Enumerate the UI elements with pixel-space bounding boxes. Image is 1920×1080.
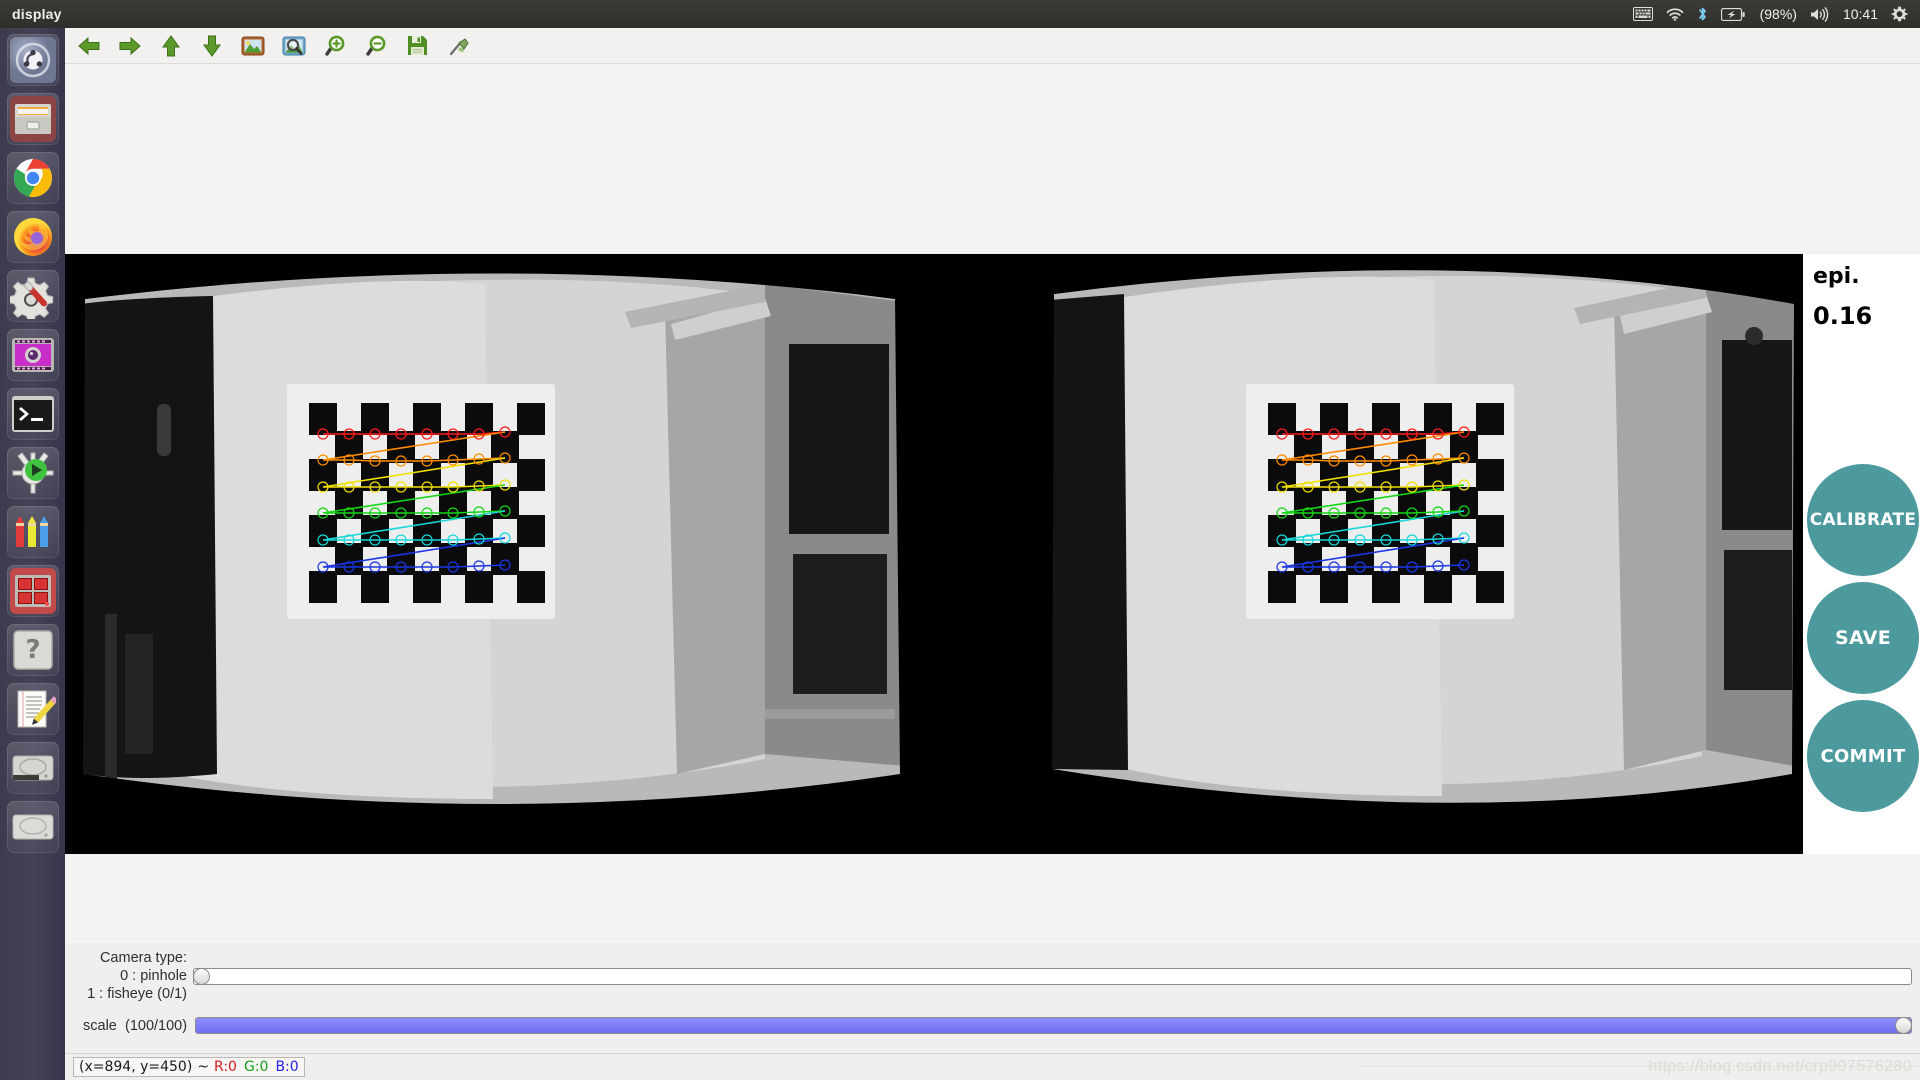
sidebar-item-ubuntu-dash[interactable] [6,34,59,86]
wifi-icon[interactable] [1666,7,1684,21]
launcher-spacer [0,860,65,1080]
keyboard-icon[interactable] [1632,7,1653,21]
calibrate-button[interactable]: CALIBRATE [1807,464,1919,576]
bluetooth-icon[interactable] [1697,6,1708,22]
controls-panel: Camera type: 0 : pinhole 1 : fisheye (0/… [65,943,1920,1053]
floppy-disk-icon[interactable] [403,32,431,60]
scale-control: scale (100/100) [65,1017,1920,1034]
blue-channel-value: B:0 [275,1059,299,1075]
screen: display (98%) 10:41 ? epi. 0.16 CALIBRAT… [0,0,1920,1080]
epipolar-panel: epi. 0.16 CALIBRATE SAVE COMMIT [1803,254,1920,854]
camera-type-control: Camera type: 0 : pinhole 1 : fisheye (0/… [65,949,1920,1003]
sidebar-item-terminal[interactable] [6,388,59,440]
app-toolbar [65,28,1920,64]
broom-icon[interactable] [444,32,472,60]
sidebar-item-chrome[interactable] [6,152,59,204]
camera-type-slider[interactable] [193,967,1912,985]
right-camera-view[interactable] [934,254,1803,854]
battery-percentage: (98%) [1759,6,1797,22]
sidebar-item-system-settings[interactable] [6,270,59,322]
arrow-down-icon[interactable] [198,32,226,60]
status-bar: (x=894, y=450) ~ R:0 G:0 B:0 https://blo… [65,1053,1920,1080]
stereo-image-stage[interactable] [65,254,1803,854]
left-camera-view[interactable] [65,254,934,854]
battery-icon[interactable] [1720,7,1745,21]
sidebar-item-image-viewer[interactable] [6,565,59,617]
arrow-up-icon[interactable] [157,32,185,60]
camera-type-slider-handle[interactable] [193,967,210,985]
sidebar-item-gimp[interactable] [6,506,59,558]
sidebar-item-ros-rviz[interactable] [6,447,59,499]
scale-slider-handle[interactable] [1895,1017,1912,1034]
sidebar-item-media-player[interactable] [6,329,59,381]
pixel-readout: (x=894, y=450) ~ R:0 G:0 B:0 [73,1057,305,1077]
scale-slider[interactable] [195,1017,1912,1034]
save-button[interactable]: SAVE [1807,582,1919,694]
picture-icon[interactable] [239,32,267,60]
scale-value: (100/100) [125,1017,188,1034]
gear-icon[interactable] [1891,6,1908,23]
magnifier-minus-icon[interactable] [362,32,390,60]
epi-value: 0.16 [1813,302,1873,330]
clock[interactable]: 10:41 [1843,6,1878,22]
sidebar-item-firefox[interactable] [6,211,59,263]
right-fisheye-mask [934,254,1803,854]
magnifier-plus-icon[interactable] [321,32,349,60]
epi-label: epi. [1813,264,1860,289]
image-canvas-area[interactable]: epi. 0.16 CALIBRATE SAVE COMMIT [65,64,1920,989]
display-app-window: epi. 0.16 CALIBRATE SAVE COMMIT Camera t… [65,28,1920,1080]
readout-separator: ~ [197,1059,210,1075]
commit-button[interactable]: COMMIT [1807,700,1919,812]
red-channel-value: R:0 [214,1059,237,1075]
svg-text:?: ? [25,635,40,665]
sidebar-item-text-editor[interactable] [6,683,59,735]
camera-type-title: Camera type: [99,950,187,966]
arrow-right-icon[interactable] [116,32,144,60]
watermark-text: https://blog.csdn.net/crp997576280 [1648,1058,1912,1075]
camera-type-labels: Camera type: 0 : pinhole 1 : fisheye (0/… [65,949,193,1003]
window-title: display [12,6,62,22]
volume-icon[interactable] [1810,6,1830,22]
unity-top-panel: display (98%) 10:41 [0,0,1920,28]
sidebar-item-help[interactable]: ? [6,624,59,676]
sidebar-item-disk-1[interactable] [6,742,59,794]
picture-search-icon[interactable] [280,32,308,60]
camera-type-option-0: 0 : pinhole [120,968,187,984]
unity-launcher: ? [0,28,65,1080]
arrow-left-icon[interactable] [75,32,103,60]
green-channel-value: G:0 [243,1059,269,1075]
cursor-coords: (x=894, y=450) [79,1059,193,1075]
sidebar-item-files[interactable] [6,93,59,145]
system-tray: (98%) 10:41 [1632,6,1920,23]
left-fisheye-mask [65,254,934,854]
scale-label: scale [83,1017,117,1034]
sidebar-item-disk-2[interactable] [6,801,59,853]
camera-type-option-1: 1 : fisheye (0/1) [87,986,187,1002]
